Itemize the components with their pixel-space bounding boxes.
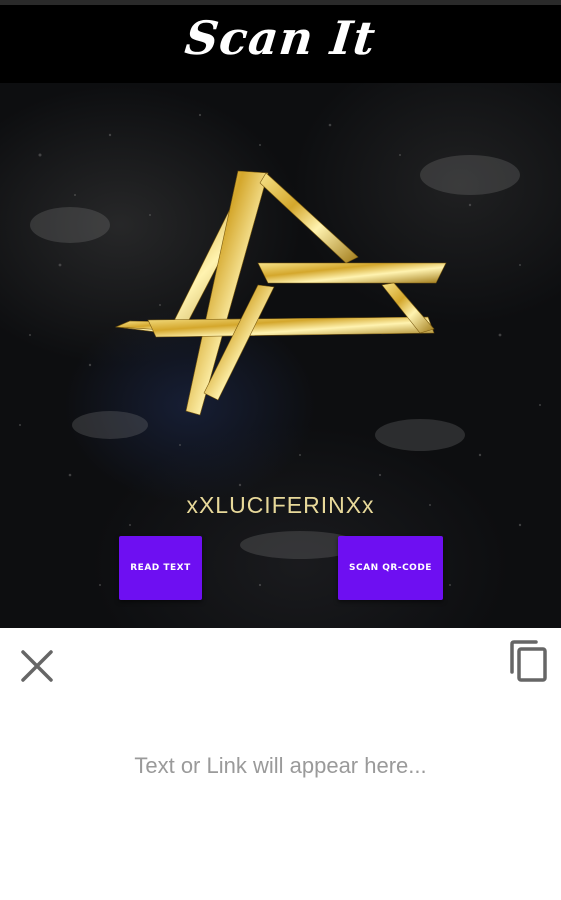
result-placeholder-text: Text or Link will appear here... [134,753,427,778]
read-text-button[interactable]: READ TEXT [119,536,202,600]
profile-username: xXLUCIFERINXx [186,492,375,518]
copy-icon [510,640,547,682]
profile-logo-icon [114,170,447,416]
close-icon [21,650,53,682]
copy-button[interactable] [506,638,550,684]
app-header: Scan It [0,5,561,83]
scan-qr-code-button[interactable]: SCAN QR-CODE [338,536,443,600]
hero-background: Scan It xXLUCIFERINXx [0,5,561,628]
close-button[interactable] [17,646,57,686]
app-title: Scan It [182,11,379,65]
